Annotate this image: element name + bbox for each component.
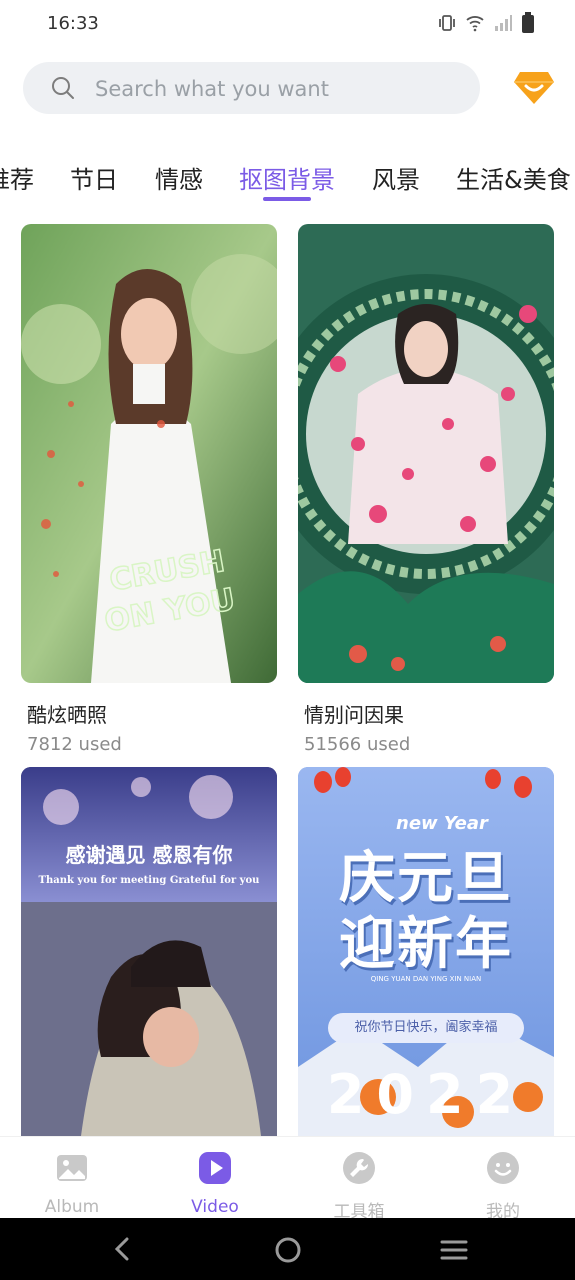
battery-icon xyxy=(521,12,535,38)
active-tab-indicator xyxy=(263,197,311,201)
template-card[interactable]: new Year 庆元旦 迎新年 QING YUAN DAN YING XIN … xyxy=(298,767,554,1136)
tab-cutout-background[interactable]: 抠图背景 xyxy=(239,160,335,195)
template-thumbnail[interactable]: 感谢遇见 感恩有你 Thank you for meeting Grateful… xyxy=(21,767,277,1136)
category-tabs: 推荐 节日 情感 抠图背景 风景 生活&美食 xyxy=(0,150,575,210)
template-thumbnail[interactable]: new Year 庆元旦 迎新年 QING YUAN DAN YING XIN … xyxy=(298,767,554,1136)
bottom-navigation: Album Video 工具箱 我的 xyxy=(0,1136,575,1222)
vip-diamond-icon[interactable] xyxy=(514,70,554,106)
big-title-line2: 迎新年 xyxy=(339,912,513,977)
banner-english-text: Thank you for meeting Grateful for you xyxy=(38,875,260,886)
new-year-english-title: new Year xyxy=(396,813,488,834)
banner-chinese-text: 感谢遇见 感恩有你 xyxy=(65,843,233,867)
back-icon[interactable] xyxy=(110,1236,134,1262)
system-navigation-bar xyxy=(0,1218,575,1280)
wrench-icon xyxy=(343,1152,375,1184)
status-bar: 16:33 xyxy=(0,0,575,48)
tab-emotion[interactable]: 情感 xyxy=(155,160,203,195)
template-title: 酷炫晒照 xyxy=(27,703,107,727)
nav-album[interactable]: Album xyxy=(27,1151,117,1217)
nav-label: Video xyxy=(191,1197,239,1217)
template-thumbnail[interactable]: CRUSH ON YOU xyxy=(21,224,277,683)
search-bar[interactable] xyxy=(23,62,480,116)
nav-profile[interactable]: 我的 xyxy=(458,1151,548,1222)
year-number: 2022 xyxy=(326,1063,526,1126)
status-icons xyxy=(437,12,535,38)
vibrate-icon xyxy=(437,13,457,37)
signal-icon xyxy=(493,14,513,36)
nav-toolbox[interactable]: 工具箱 xyxy=(314,1151,404,1222)
greeting-ribbon: 祝你节日快乐，阖家幸福 xyxy=(354,1020,498,1035)
template-thumbnail[interactable] xyxy=(298,224,554,683)
template-usage-count: 7812 used xyxy=(27,734,122,755)
tab-recommended[interactable]: 推荐 xyxy=(0,160,34,195)
search-input[interactable] xyxy=(93,62,467,116)
status-time: 16:33 xyxy=(47,13,99,34)
wifi-icon xyxy=(465,14,485,36)
image-icon xyxy=(57,1155,87,1181)
nav-label: Album xyxy=(44,1197,100,1217)
template-card[interactable]: 情别问因果 51566 used xyxy=(298,224,554,755)
tab-festival[interactable]: 节日 xyxy=(70,160,118,195)
template-card[interactable]: CRUSH ON YOU 酷炫晒照 7812 used xyxy=(21,224,277,755)
template-title: 情别问因果 xyxy=(304,703,404,727)
tab-scenery[interactable]: 风景 xyxy=(372,160,420,195)
pinyin-text: QING YUAN DAN YING XIN NIAN xyxy=(370,975,482,983)
play-icon xyxy=(199,1152,231,1184)
menu-icon[interactable] xyxy=(440,1238,468,1262)
search-icon xyxy=(52,77,74,99)
template-usage-count: 51566 used xyxy=(304,734,411,755)
tab-life-food[interactable]: 生活&美食 xyxy=(456,160,571,195)
home-icon[interactable] xyxy=(274,1236,302,1264)
nav-video[interactable]: Video xyxy=(170,1151,260,1217)
smile-icon xyxy=(487,1152,519,1184)
template-card[interactable]: 感谢遇见 感恩有你 Thank you for meeting Grateful… xyxy=(21,767,277,1136)
